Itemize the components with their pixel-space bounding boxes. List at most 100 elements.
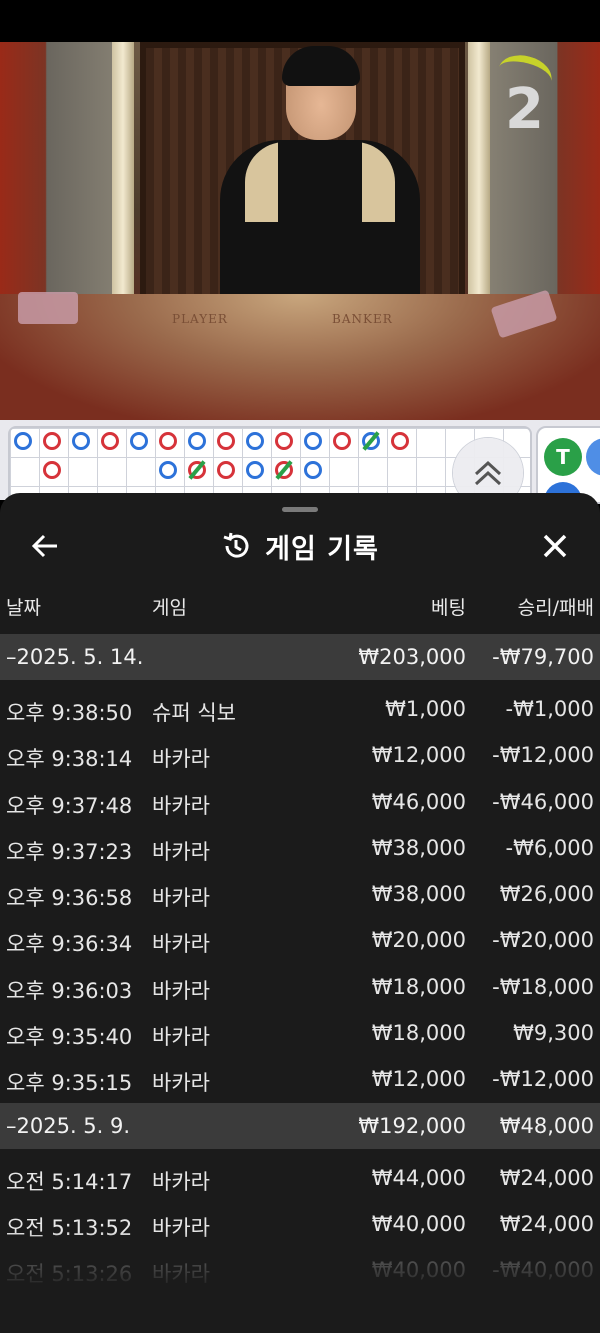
sheet-drag-handle[interactable]	[282, 507, 318, 512]
history-row[interactable]: 오전 5:13:26 바카라 ₩40,000 -₩40,000	[0, 1245, 600, 1291]
player-bead	[246, 461, 264, 479]
row-game: 바카라	[152, 1215, 210, 1240]
row-result: ₩24,000	[499, 1211, 594, 1236]
history-row[interactable]: 오후 9:36:58 바카라 ₩38,000 ₩26,000	[0, 869, 600, 915]
player-bead	[188, 432, 206, 450]
arrow-left-icon	[31, 534, 57, 558]
card-shoe-left	[18, 292, 78, 324]
history-row[interactable]: 오전 5:13:52 바카라 ₩40,000 ₩24,000	[0, 1199, 600, 1245]
live-dealer-video: PLAYER BANKER 2	[0, 42, 600, 420]
row-result: -₩46,000	[492, 789, 594, 814]
row-game: 바카라	[152, 1025, 210, 1050]
history-list[interactable]: –2025. 5. 14. ₩203,000 -₩79,700 오후 9:38:…	[0, 634, 600, 1294]
history-row[interactable]: 오전 5:14:17 바카라 ₩44,000 ₩24,000	[0, 1153, 600, 1199]
history-row[interactable]: 오후 9:36:03 바카라 ₩18,000 -₩18,000	[0, 962, 600, 1008]
row-result: -₩18,000	[492, 974, 594, 999]
row-result: -₩20,000	[492, 928, 594, 953]
table-label-banker: BANKER	[332, 312, 393, 326]
decor-panel-left	[0, 42, 130, 322]
tie-stat-badge: T	[544, 438, 582, 476]
row-result: -₩6,000	[505, 835, 594, 860]
date-group-header[interactable]: –2025. 5. 9. ₩192,000 ₩48,000	[0, 1102, 600, 1149]
stat-badge	[586, 438, 600, 476]
row-bet: ₩12,000	[371, 1067, 466, 1092]
banker-bead	[391, 432, 409, 450]
row-game: 바카라	[152, 839, 210, 864]
history-row[interactable]: 오후 9:38:14 바카라 ₩12,000 -₩12,000	[0, 730, 600, 776]
row-result: -₩1,000	[505, 697, 594, 721]
row-bet: ₩40,000	[371, 1211, 466, 1236]
date-group-header[interactable]: –2025. 5. 14. ₩203,000 -₩79,700	[0, 634, 600, 680]
row-time: 오후 9:37:48	[6, 793, 133, 818]
column-header-bet: 베팅	[431, 597, 466, 619]
history-row[interactable]: 오후 9:37:23 바카라 ₩38,000 -₩6,000	[0, 823, 600, 869]
group-date: –2025. 5. 14.	[6, 645, 144, 669]
back-button[interactable]	[22, 523, 68, 569]
row-bet: ₩38,000	[371, 835, 466, 860]
row-time: 오전 5:13:52	[6, 1215, 133, 1240]
row-bet: ₩40,000	[371, 1258, 466, 1283]
row-bet: ₩46,000	[371, 789, 466, 814]
column-header-game: 게임	[152, 597, 187, 619]
sheet-header: 게임 기록	[0, 523, 600, 569]
column-header-row: 날짜 게임 베팅 승리/패배	[0, 593, 600, 631]
row-bet: ₩38,000	[371, 882, 466, 907]
column-header-result: 승리/패배	[517, 597, 594, 619]
row-time: 오후 9:38:50	[6, 701, 133, 725]
group-result-total: -₩79,700	[492, 645, 594, 669]
row-game: 바카라	[152, 886, 210, 911]
row-time: 오후 9:36:34	[6, 932, 133, 957]
row-time: 오후 9:36:03	[6, 978, 133, 1003]
banker-bead	[217, 432, 235, 450]
group-bet-total: ₩192,000	[358, 1113, 466, 1138]
row-game: 바카라	[152, 793, 210, 818]
row-bet: ₩44,000	[371, 1165, 466, 1190]
banker-bead	[333, 432, 351, 450]
game-history-sheet: 게임 기록 날짜 게임 베팅 승리/패배 –2025. 5. 14. ₩203,…	[0, 493, 600, 1333]
player-bead	[14, 432, 32, 450]
double-chevron-up-icon	[474, 460, 502, 486]
player-bead	[72, 432, 90, 450]
decor-pillar-right	[468, 42, 490, 332]
row-time: 오후 9:35:40	[6, 1025, 133, 1050]
player-bead	[159, 461, 177, 479]
group-result-total: ₩48,000	[499, 1113, 594, 1138]
history-row[interactable]: 오후 9:35:40 바카라 ₩18,000 ₩9,300	[0, 1008, 600, 1054]
banker-bead	[43, 461, 61, 479]
history-row[interactable]: 오후 9:37:48 바카라 ₩46,000 -₩46,000	[0, 777, 600, 823]
banker-bead	[159, 432, 177, 450]
row-result: ₩9,300	[513, 1021, 594, 1046]
group-date: –2025. 5. 9.	[6, 1113, 131, 1138]
close-icon	[543, 534, 567, 558]
row-game: 바카라	[152, 1071, 210, 1096]
row-bet: ₩12,000	[371, 743, 466, 768]
history-icon	[223, 532, 249, 558]
history-row[interactable]: 오후 9:36:34 바카라 ₩20,000 -₩20,000	[0, 915, 600, 961]
row-time: 오전 5:14:17	[6, 1169, 133, 1194]
status-bar	[0, 0, 600, 42]
row-game: 바카라	[152, 747, 210, 772]
banker-bead	[217, 461, 235, 479]
row-time: 오후 9:38:14	[6, 747, 133, 772]
row-bet: ₩20,000	[371, 928, 466, 953]
row-bet: ₩18,000	[371, 974, 466, 999]
banker-bead	[275, 432, 293, 450]
close-button[interactable]	[532, 523, 578, 569]
row-result: -₩40,000	[492, 1258, 594, 1283]
row-result: -₩12,000	[492, 743, 594, 768]
countdown-timer: 2	[505, 77, 544, 142]
history-row[interactable]: 오후 9:35:15 바카라 ₩12,000 -₩12,000	[0, 1054, 600, 1100]
row-game: 슈퍼 식보	[152, 701, 236, 725]
sheet-title: 게임 기록	[265, 533, 379, 565]
row-game: 바카라	[152, 978, 210, 1003]
history-row[interactable]: 오후 9:38:50 슈퍼 식보 ₩1,000 -₩1,000	[0, 684, 600, 730]
row-result: ₩26,000	[499, 882, 594, 907]
row-bet: ₩1,000	[385, 697, 466, 721]
player-bead	[304, 461, 322, 479]
row-bet: ₩18,000	[371, 1021, 466, 1046]
banker-bead	[101, 432, 119, 450]
table-label-player: PLAYER	[172, 312, 228, 326]
column-header-date: 날짜	[6, 597, 41, 619]
row-time: 오후 9:37:23	[6, 839, 133, 864]
row-time: 오전 5:13:26	[6, 1262, 133, 1287]
